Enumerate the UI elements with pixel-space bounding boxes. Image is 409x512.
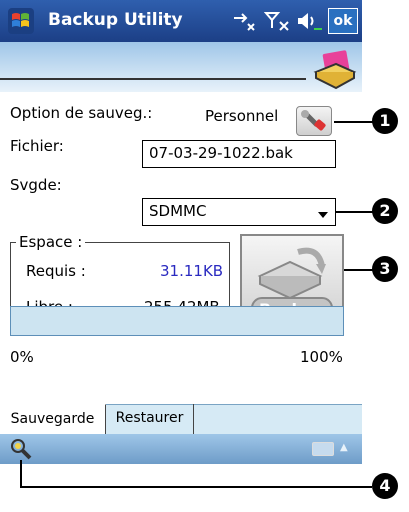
keyboard-icon[interactable] [312, 442, 334, 456]
tools-icon [301, 110, 326, 131]
file-label: Fichier: [10, 137, 64, 155]
callout-line-4 [20, 486, 372, 488]
header-banner [0, 42, 362, 92]
command-bar [0, 434, 362, 464]
banner-divider [0, 78, 306, 80]
volume-icon[interactable] [296, 10, 324, 32]
option-value: Personnel [205, 107, 279, 125]
callout-3: 3 [372, 256, 398, 282]
required-value: 31.11KB [160, 262, 224, 280]
callout-1: 1 [372, 108, 398, 134]
progress-bar [10, 306, 344, 336]
ok-button[interactable]: ok [328, 8, 358, 34]
destination-dropdown[interactable]: SDMMC [142, 198, 336, 226]
callout-4: 4 [372, 473, 398, 499]
settings-icon[interactable] [10, 438, 32, 460]
callout-2: 2 [372, 198, 398, 224]
chevron-down-icon[interactable] [318, 212, 328, 218]
destination-value: SDMMC [149, 202, 207, 220]
required-label: Requis : [26, 262, 86, 280]
tab-sauvegarde[interactable]: Sauvegarde [0, 404, 106, 434]
option-label: Option de sauveg.: [10, 104, 153, 122]
chevron-up-icon[interactable]: ▲ [340, 442, 348, 453]
dest-label: Svgde: [10, 176, 62, 194]
callout-line-2 [336, 211, 376, 213]
start-menu-icon[interactable] [8, 8, 34, 34]
tab-restaurer[interactable]: Restaurer [106, 404, 194, 434]
callout-line-4-vertical [20, 460, 22, 486]
file-name-field[interactable]: 07-03-29-1022.bak [142, 140, 336, 168]
space-legend: Espace : [16, 233, 86, 251]
options-button[interactable] [296, 106, 332, 136]
progress-max-label: 100% [300, 348, 343, 366]
backup-app-icon [313, 50, 357, 90]
window-title: Backup Utility [48, 10, 183, 30]
progress-min-label: 0% [10, 348, 34, 366]
signal-icon[interactable] [264, 10, 290, 32]
callout-line-1 [334, 121, 374, 123]
sync-icon[interactable] [232, 10, 256, 32]
